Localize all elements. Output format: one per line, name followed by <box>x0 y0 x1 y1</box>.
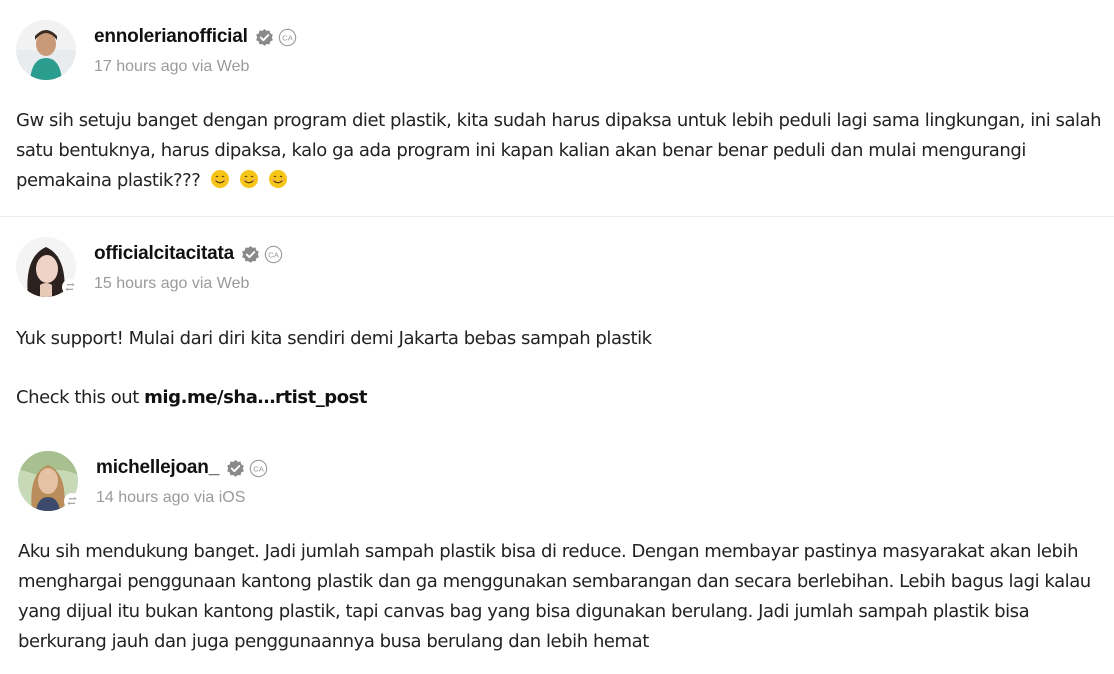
repost-icon <box>64 493 80 509</box>
post-1: ennolerianofficial CA 17 hours ago via W… <box>0 0 1114 216</box>
svg-text:CA: CA <box>282 33 293 42</box>
post-text: Gw sih setuju banget dengan program diet… <box>16 110 1102 191</box>
smiling-face-emoji <box>268 169 288 189</box>
ca-badge-icon: CA <box>264 245 283 264</box>
timestamp: 17 hours ago via Web <box>94 58 250 75</box>
avatar[interactable] <box>16 20 76 80</box>
verified-badge-icon <box>255 28 274 47</box>
timestamp: 14 hours ago via iOS <box>96 489 246 506</box>
smiling-face-emoji <box>239 169 259 189</box>
post-text: Aku sih mendukung banget. Jadi jumlah sa… <box>18 541 1091 652</box>
timestamp: 15 hours ago via Web <box>94 275 250 292</box>
verified-badge-icon <box>241 245 260 264</box>
post-body: Yuk support! Mulai dari diri kita sendir… <box>16 324 1106 354</box>
repost-icon <box>62 279 78 295</box>
post-header: officialcitacitata CA 15 hours ago via W… <box>16 237 416 299</box>
post-link[interactable]: mig.me/sha…rtist_post <box>144 387 367 408</box>
post-2: officialcitacitata CA 15 hours ago via W… <box>0 217 1114 437</box>
username-row: michellejoan_ CA <box>96 457 268 479</box>
post-body: Gw sih setuju banget dengan program diet… <box>16 106 1106 196</box>
post-text: Yuk support! Mulai dari diri kita sendir… <box>16 328 652 349</box>
username[interactable]: ennolerianofficial <box>94 26 248 48</box>
check-prefix: Check this out <box>16 387 139 408</box>
post-3: michellejoan_ CA 14 hours ago via iOS Ak… <box>0 437 1114 674</box>
post-body: Aku sih mendukung banget. Jadi jumlah sa… <box>18 537 1106 657</box>
username-row: ennolerianofficial CA <box>94 26 297 48</box>
link-line: Check this out mig.me/sha…rtist_post <box>16 383 1106 413</box>
svg-text:CA: CA <box>268 250 279 259</box>
post-header: ennolerianofficial CA 17 hours ago via W… <box>16 20 416 82</box>
ca-badge-icon: CA <box>249 459 268 478</box>
ca-badge-icon: CA <box>278 28 297 47</box>
username[interactable]: officialcitacitata <box>94 243 234 265</box>
svg-text:CA: CA <box>253 464 264 473</box>
username[interactable]: michellejoan_ <box>96 457 219 479</box>
smiling-face-emoji <box>210 169 230 189</box>
username-row: officialcitacitata CA <box>94 243 283 265</box>
post-header: michellejoan_ CA 14 hours ago via iOS <box>18 451 418 513</box>
verified-badge-icon <box>226 459 245 478</box>
